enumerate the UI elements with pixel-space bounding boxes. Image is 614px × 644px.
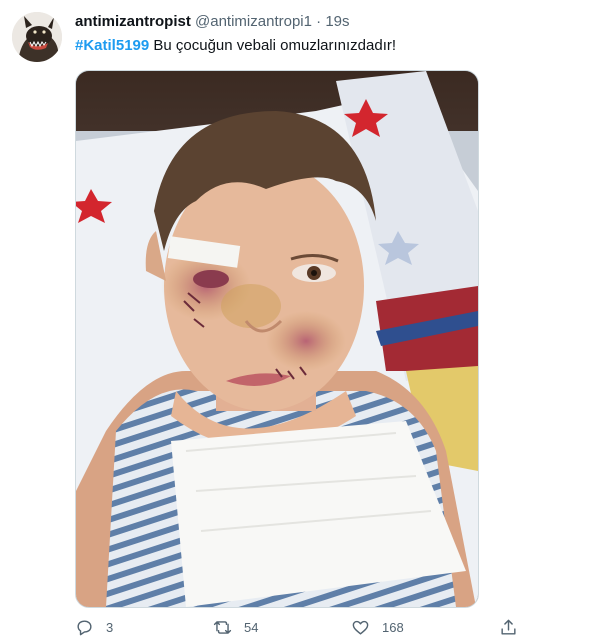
like-icon	[352, 620, 369, 635]
retweet-count: 54	[244, 620, 259, 635]
display-name[interactable]: antimizantropist	[75, 13, 191, 30]
hashtag-link[interactable]: #Katil5199	[75, 37, 149, 54]
tweet-actions: 3 54 168	[75, 618, 535, 642]
share-button[interactable]	[499, 618, 518, 637]
tweet-body: Bu çocuğun vebali omuzlarınızdadır!	[149, 37, 397, 54]
tweet[interactable]: antimizantropist @antimizantropi1 · 19s …	[0, 0, 614, 644]
reply-count: 3	[106, 620, 114, 635]
share-icon	[501, 619, 516, 635]
tweet-header: antimizantropist @antimizantropi1 · 19s	[75, 13, 350, 30]
like-button[interactable]: 168	[351, 618, 404, 637]
retweet-icon	[213, 621, 232, 634]
reply-icon	[77, 620, 92, 636]
separator-dot: ·	[316, 13, 322, 30]
retweet-button[interactable]: 54	[213, 618, 258, 637]
avatar[interactable]	[12, 12, 62, 62]
reply-button[interactable]: 3	[75, 618, 113, 637]
tweet-photo[interactable]	[75, 70, 479, 608]
tweet-text: #Katil5199 Bu çocuğun vebali omuzlarınız…	[75, 37, 396, 54]
timestamp[interactable]: 19s	[325, 13, 349, 30]
user-handle[interactable]: @antimizantropi1	[195, 13, 312, 30]
like-count: 168	[382, 620, 404, 635]
